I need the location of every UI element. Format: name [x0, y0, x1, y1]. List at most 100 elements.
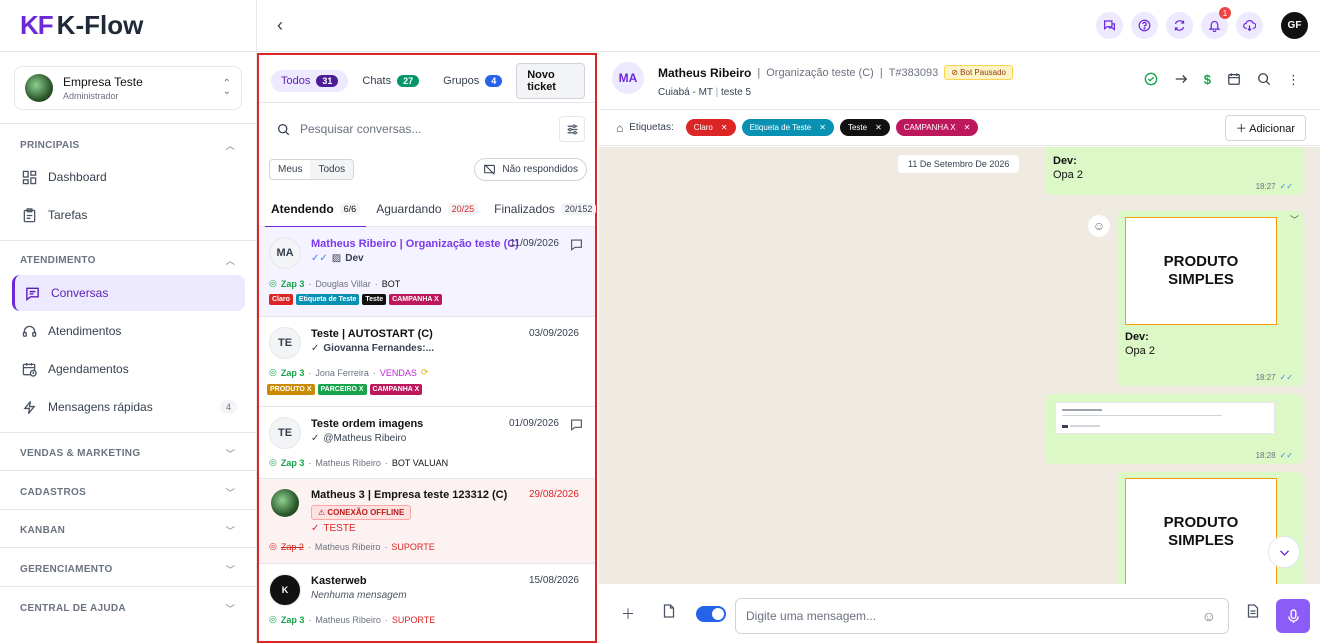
- count-pill: 27: [397, 75, 420, 87]
- seg-meus[interactable]: Meus: [270, 160, 310, 179]
- filter-chats[interactable]: Chats 27: [352, 70, 429, 92]
- company-switcher[interactable]: Empresa Teste Administrador ⌃ ⌄: [14, 66, 242, 110]
- scroll-down-button[interactable]: [1268, 536, 1300, 568]
- filter-grupos[interactable]: Grupos 4: [433, 70, 512, 92]
- conversation-item[interactable]: TE Teste ordem imagens 01/09/2026 ✓ @Math…: [259, 407, 595, 479]
- sidebar-item-agendamentos[interactable]: Agendamentos: [12, 351, 245, 387]
- bot-status-badge[interactable]: ⊘ Bot Pausado: [944, 65, 1013, 80]
- check-icon: ✓: [311, 523, 320, 534]
- connection-name: Zap 3: [280, 457, 305, 468]
- search-input[interactable]: Pesquisar conversas...: [271, 122, 559, 136]
- seg-todos[interactable]: Todos: [310, 159, 354, 179]
- conversation-list-panel: Todos 31 Chats 27 Grupos 4 Novo ticket Pesq…: [257, 53, 597, 643]
- sidebar-item-atendimentos[interactable]: Atendimentos: [12, 313, 245, 349]
- conversation-item[interactable]: K Kasterweb 15/08/2026 Nenhuma mensagem …: [259, 564, 595, 636]
- sidebar-item-mensagens-rapidas[interactable]: Mensagens rápidas 4: [12, 389, 245, 425]
- tab-count: 20/25: [447, 202, 479, 215]
- chat-bubbles-icon[interactable]: [1096, 12, 1123, 39]
- company-avatar: [25, 74, 53, 102]
- contact-avatar[interactable]: MA: [612, 62, 644, 94]
- chevron-down-icon: ﹀: [225, 565, 235, 575]
- message-bubble[interactable]: Dev: Opa 2 18:27 ✓✓: [1045, 147, 1303, 195]
- message-icon[interactable]: [570, 238, 583, 251]
- conversation-item[interactable]: MA Matheus Ribeiro | Organização teste (…: [259, 227, 595, 317]
- sidebar-item-dashboard[interactable]: Dashboard: [12, 159, 245, 195]
- close-icon[interactable]: ✕: [721, 123, 728, 132]
- user-avatar[interactable]: GF: [1281, 12, 1308, 39]
- arrow-right-icon[interactable]: [1174, 72, 1188, 88]
- chevron-left-icon[interactable]: ‹: [277, 15, 283, 36]
- section-kanban[interactable]: KANBAN ﹀: [0, 524, 257, 537]
- new-ticket-button[interactable]: Novo ticket: [516, 63, 585, 99]
- bell-icon[interactable]: 1: [1201, 7, 1231, 39]
- close-icon[interactable]: ✕: [964, 123, 971, 132]
- document-icon[interactable]: [1247, 604, 1259, 618]
- plus-icon[interactable]: ＋: [621, 604, 635, 624]
- signature-toggle[interactable]: [696, 606, 726, 622]
- queue-name: SUPORTE: [391, 541, 435, 552]
- file-icon[interactable]: [663, 604, 675, 618]
- add-label-button[interactable]: ＋ Adicionar: [1224, 114, 1306, 141]
- divider: |: [879, 66, 883, 79]
- tab-aguardando[interactable]: Aguardando 20/25: [368, 191, 486, 227]
- emoji-reaction-icon[interactable]: ☺: [1088, 215, 1110, 237]
- microphone-button[interactable]: [1276, 599, 1310, 633]
- message-icon[interactable]: [570, 418, 583, 431]
- conversation-item[interactable]: TE Teste | AUTOSTART (C) 03/09/2026 ✓ Gio…: [259, 317, 595, 407]
- message-bubble[interactable]: ﹀ PRODUTO SIMPLES Dev: Opa 2 18:27 ✓✓: [1117, 211, 1303, 386]
- conversation-item[interactable]: Matheus 3 | Empresa teste 123312 (C) 29/…: [259, 479, 595, 564]
- tab-atendendo[interactable]: Atendendo 6/6: [263, 191, 368, 228]
- close-icon[interactable]: ✕: [875, 123, 882, 132]
- chevron-down-icon: ﹀: [225, 604, 235, 614]
- link-preview[interactable]: [1055, 402, 1275, 434]
- sidebar-item-conversas[interactable]: Conversas: [12, 275, 245, 311]
- calendar-icon[interactable]: [1227, 72, 1241, 88]
- sidebar-item-tarefas[interactable]: Tarefas: [12, 197, 245, 233]
- emoji-icon[interactable]: ☺: [1202, 608, 1216, 624]
- conversation-title: Matheus Ribeiro | Organização teste (C): [311, 238, 519, 250]
- contact-name[interactable]: Matheus Ribeiro: [658, 66, 751, 80]
- filter-todos[interactable]: Todos 31: [271, 70, 349, 92]
- tag-chip: PRODUTO X: [267, 384, 315, 395]
- close-icon[interactable]: ✕: [819, 123, 826, 132]
- tag-icon: ⌂: [616, 120, 624, 135]
- message-bubble[interactable]: PRODUTO SIMPLES: [1117, 472, 1303, 584]
- product-image[interactable]: PRODUTO SIMPLES: [1125, 217, 1277, 325]
- cloud-download-icon[interactable]: [1236, 12, 1263, 39]
- logo-text: K-Flow: [56, 10, 144, 40]
- section-label: PRINCIPAIS: [20, 140, 80, 151]
- connection-name: Zap 3: [280, 614, 305, 625]
- check-circle-icon[interactable]: [1144, 72, 1158, 88]
- messages-area[interactable]: 11 De Setembro De 2026 Dev: Opa 2 18:27 ✓…: [599, 147, 1320, 584]
- logo[interactable]: KF K-Flow: [0, 0, 256, 52]
- dollar-icon[interactable]: $: [1204, 72, 1211, 88]
- chevron-down-icon[interactable]: ﹀: [1290, 213, 1299, 226]
- refresh-icon[interactable]: [1166, 12, 1193, 39]
- queue-name: VENDAS: [379, 367, 417, 378]
- nao-respondidos-toggle[interactable]: Não respondidos: [474, 157, 587, 181]
- queue-name: SUPORTE: [391, 614, 436, 625]
- message-text: Opa 2: [1053, 169, 1083, 181]
- more-vertical-icon[interactable]: ⋮: [1287, 72, 1300, 88]
- section-cadastros[interactable]: CADASTROS ﹀: [0, 486, 257, 499]
- add-label-text: Adicionar: [1249, 122, 1295, 135]
- message-preview: Nenhuma mensagem: [311, 590, 407, 601]
- section-vendas-marketing[interactable]: VENDAS & MARKETING ﹀: [0, 447, 257, 460]
- help-icon[interactable]: [1131, 12, 1158, 39]
- label-chip: Claro ✕: [685, 119, 736, 136]
- search-icon[interactable]: [1257, 72, 1271, 88]
- product-image[interactable]: PRODUTO SIMPLES: [1125, 478, 1277, 584]
- whatsapp-icon: ◎: [269, 614, 277, 624]
- section-atendimento[interactable]: ATENDIMENTO ︿: [0, 254, 257, 267]
- chevron-down-icon: ﹀: [225, 526, 235, 536]
- filter-settings-button[interactable]: [559, 116, 585, 142]
- message-input[interactable]: Digite uma mensagem... ☺: [735, 598, 1229, 634]
- message-bubble[interactable]: 18:28 ✓✓: [1045, 394, 1303, 464]
- clipboard-icon: [20, 206, 38, 224]
- section-principais[interactable]: PRINCIPAIS ︿: [0, 139, 257, 152]
- offline-label: CONEXÃO OFFLINE: [327, 508, 405, 517]
- section-gerenciamento[interactable]: GERENCIAMENTO ﹀: [0, 563, 257, 576]
- section-central-ajuda[interactable]: CENTRAL DE AJUDA ﹀: [0, 602, 257, 615]
- message-sender: Dev:: [1125, 331, 1149, 343]
- tab-finalizados[interactable]: Finalizados 20/152: [486, 191, 604, 227]
